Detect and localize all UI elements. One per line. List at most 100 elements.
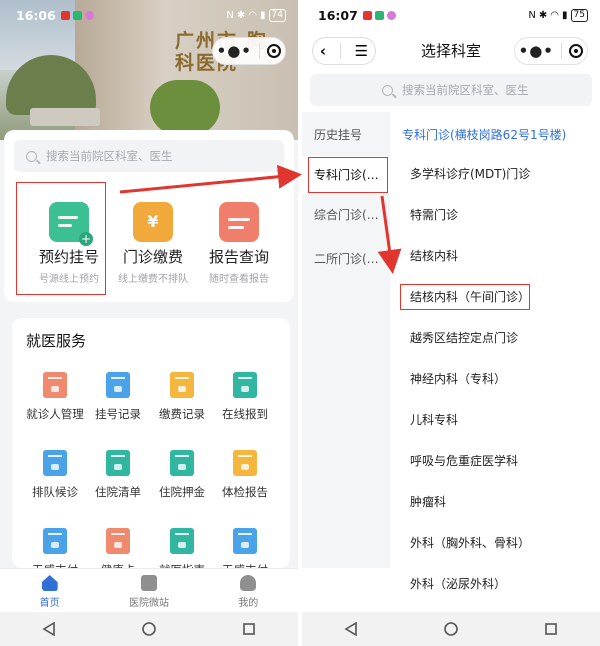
sidebar-item-history[interactable]: 历史挂号 (302, 122, 390, 148)
search-placeholder: 搜索当前院区科室、医生 (402, 83, 529, 97)
wifi-icon: ◠ (248, 9, 258, 21)
nav-home-icon[interactable] (443, 621, 459, 637)
home-icon (41, 575, 58, 591)
department-group-header: 专科门诊(横枝岗路62号1号楼) (402, 128, 567, 142)
grid-item-label: 排队候诊 (32, 485, 78, 499)
yuan-payment-icon: ¥ (133, 202, 173, 242)
service-icon (170, 528, 194, 554)
report-chart-icon (219, 202, 259, 242)
department-item[interactable]: 呼吸与危重症医学科 (410, 452, 518, 469)
department-item[interactable]: 多学科诊疗(MDT)门诊 (410, 165, 530, 182)
service-subtitle: 线上缴费不排队 (118, 274, 188, 285)
service-icon (170, 450, 194, 476)
wifi-icon: ◠ (550, 9, 560, 21)
service-report[interactable]: 报告查询 随时查看报告 (194, 202, 284, 285)
system-icons: N ✱ ◠ ▮ 74 (226, 8, 286, 22)
grid-item-label: 缴费记录 (159, 407, 205, 421)
close-target-icon[interactable] (267, 44, 282, 58)
nfc-icon: N (226, 9, 234, 21)
service-icon (233, 450, 257, 476)
section-title: 就医服务 (26, 332, 87, 350)
grid-item[interactable]: 住院押金 (147, 450, 217, 500)
nav-back-icon[interactable] (42, 622, 56, 636)
grid-item[interactable]: 住院清单 (83, 450, 153, 500)
app-notification-icon (374, 10, 384, 20)
grid-item-label: 住院清单 (95, 485, 141, 499)
status-time: 16:07 (318, 7, 358, 23)
department-item[interactable]: 结核内科 (410, 247, 458, 264)
search-icon (382, 84, 393, 96)
bottom-tab-bar: 首页 医院微站 我的 (0, 568, 298, 612)
more-icon[interactable]: •●• (217, 42, 252, 60)
bluetooth-icon: ✱ (236, 9, 246, 21)
grid-item[interactable]: 体检报告 (210, 450, 280, 500)
grid-item-label: 住院押金 (159, 485, 205, 499)
service-icon (43, 528, 67, 554)
app-notification-icon (386, 10, 396, 20)
department-item[interactable]: 越秀区结控定点门诊 (410, 329, 518, 346)
document-icon (140, 575, 157, 591)
nav-back-icon[interactable] (344, 622, 358, 636)
search-icon (26, 150, 37, 162)
service-icon (106, 372, 130, 398)
signal-icon: ▮ (562, 9, 568, 21)
service-icon (43, 372, 67, 398)
service-payment[interactable]: ¥ 门诊缴费 线上缴费不排队 (108, 202, 198, 285)
status-time: 16:06 (16, 7, 56, 23)
department-item[interactable]: 神经内科（专科） (410, 370, 506, 387)
service-icon (106, 528, 130, 554)
services-card: 搜索当前院区科室、医生 + 预约挂号 号源线上预约 ¥ 门诊缴费 线上缴费不排队 (4, 130, 294, 302)
grid-item[interactable]: 就诊人管理 (20, 372, 90, 422)
sidebar-item-general[interactable]: 综合门诊(… (302, 202, 390, 228)
department-item[interactable]: 儿科专科 (410, 411, 458, 428)
comparison-screens: 广州市 胸科医院 16:06 N ✱ ◠ ▮ 74 •●• (0, 0, 600, 646)
service-icon (170, 372, 194, 398)
status-bar: 16:06 N ✱ ◠ ▮ 74 (0, 0, 298, 30)
service-title: 门诊缴费 (122, 248, 183, 266)
system-nav-bar (302, 612, 600, 646)
home-screen: 广州市 胸科医院 16:06 N ✱ ◠ ▮ 74 •●• (0, 0, 298, 646)
grid-item[interactable]: 挂号记录 (83, 372, 153, 422)
nav-recent-icon[interactable] (544, 622, 558, 636)
signal-icon: ▮ (260, 9, 266, 21)
miniprogram-capsule: •●• (212, 37, 286, 65)
user-icon (240, 575, 257, 591)
grid-item-label: 体检报告 (222, 485, 268, 499)
app-notification-icon (72, 10, 82, 20)
app-notification-icon (84, 10, 94, 20)
tab-hospital-site[interactable]: 医院微站 (99, 569, 198, 612)
sidebar-item-branch[interactable]: 二所门诊(… (302, 246, 390, 272)
grid-item[interactable]: 排队候诊 (20, 450, 90, 500)
grid-item[interactable]: 在线报到 (210, 372, 280, 422)
search-input[interactable]: 搜索当前院区科室、医生 (310, 74, 592, 106)
nav-recent-icon[interactable] (242, 622, 256, 636)
tab-label: 医院微站 (128, 598, 169, 609)
nav-home-icon[interactable] (141, 621, 157, 637)
tab-label: 我的 (238, 598, 259, 609)
system-nav-bar (0, 612, 298, 646)
department-item[interactable]: 特需门诊 (410, 206, 458, 223)
grid-item[interactable]: 缴费记录 (147, 372, 217, 422)
app-notification-icon (60, 10, 70, 20)
highlight-box-specialist (308, 157, 388, 193)
service-icon (233, 372, 257, 398)
search-input[interactable]: 搜索当前院区科室、医生 (14, 140, 284, 172)
bluetooth-icon: ✱ (538, 9, 548, 21)
tab-home[interactable]: 首页 (0, 569, 99, 612)
close-target-icon[interactable] (569, 44, 584, 58)
service-subtitle: 随时查看报告 (209, 274, 269, 285)
tab-label: 首页 (39, 598, 60, 609)
battery-icon: 74 (268, 8, 286, 22)
miniprogram-capsule: •●• (514, 37, 588, 65)
grid-item-label: 就诊人管理 (26, 407, 84, 421)
status-bar: 16:07 N ✱ ◠ ▮ 75 (302, 0, 600, 30)
highlight-box-appointment (16, 182, 106, 295)
tab-profile[interactable]: 我的 (199, 569, 298, 612)
more-icon[interactable]: •●• (519, 42, 554, 60)
grid-item-label: 在线报到 (222, 407, 268, 421)
department-item[interactable]: 肿瘤科 (410, 493, 446, 510)
search-placeholder: 搜索当前院区科室、医生 (46, 149, 173, 163)
department-select-screen: 16:07 N ✱ ◠ ▮ 75 ‹ ☰ 选择科室 •●• 搜索当前院区科室、医… (302, 0, 600, 646)
department-item[interactable]: 外科（泌尿外科） (410, 575, 506, 592)
department-item[interactable]: 外科（胸外科、骨科） (410, 534, 530, 551)
